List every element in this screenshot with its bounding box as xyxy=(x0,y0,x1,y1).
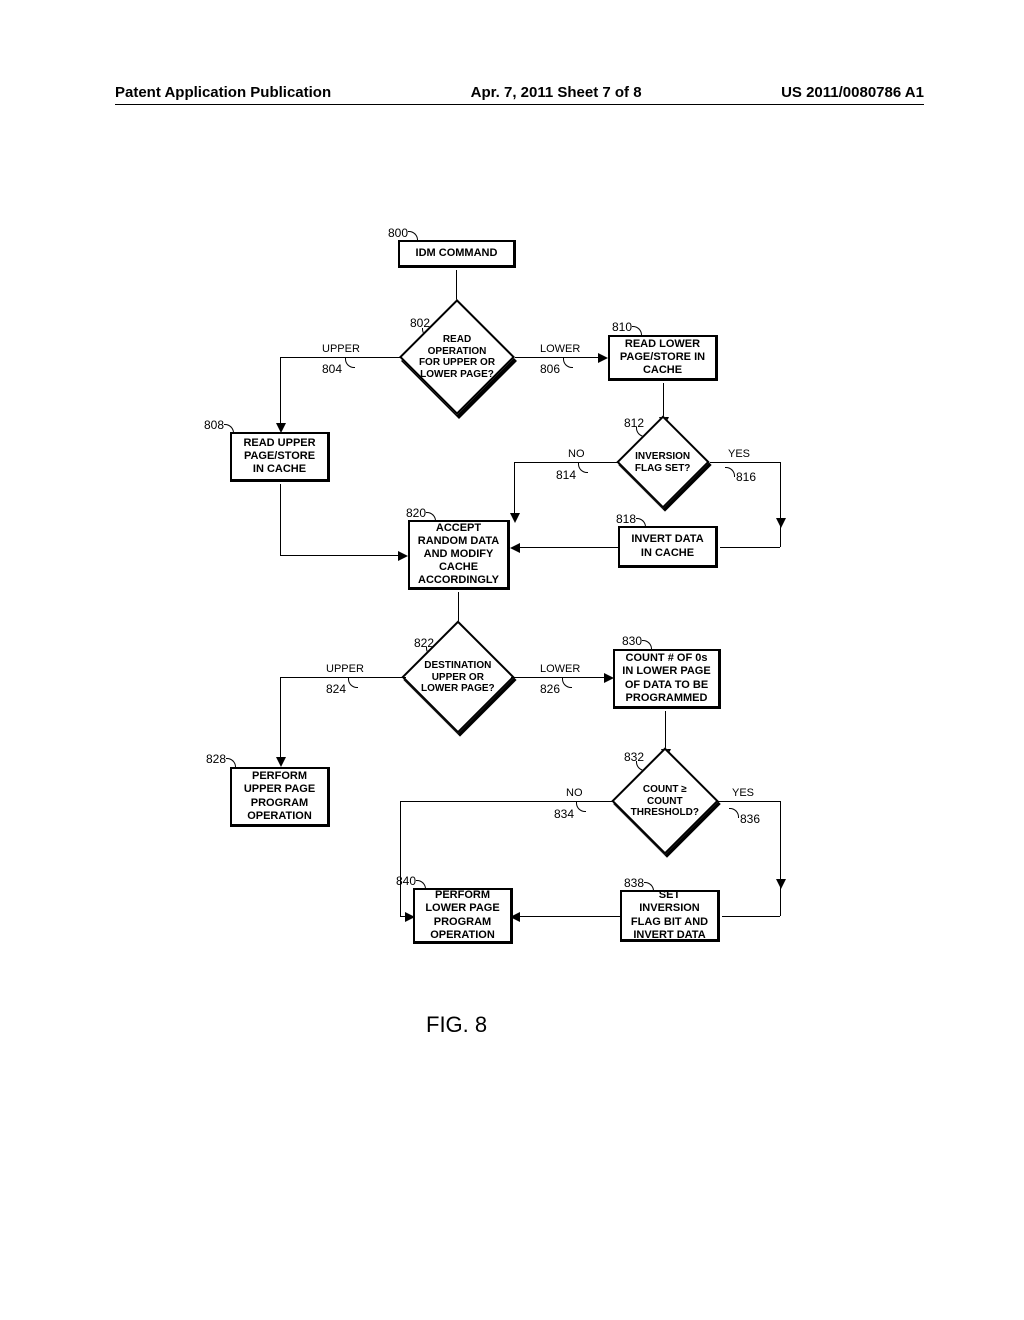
label-upper-804: UPPER xyxy=(322,343,360,355)
ref-804: 804 xyxy=(322,362,342,376)
ref-820: 820 xyxy=(406,506,426,520)
ref-810: 810 xyxy=(612,320,632,334)
ref-828: 828 xyxy=(206,752,226,766)
box-idm-command: IDM COMMAND xyxy=(398,240,516,268)
label-no-814: NO xyxy=(568,448,585,460)
header-right: US 2011/0080786 A1 xyxy=(781,84,924,101)
ref-816: 816 xyxy=(736,470,756,484)
label-yes-816: YES xyxy=(728,448,750,460)
ref-840: 840 xyxy=(396,874,416,888)
ref-808: 808 xyxy=(204,418,224,432)
label-upper-824: UPPER xyxy=(326,663,364,675)
box-set-inversion: SET INVERSION FLAG BIT AND INVERT DATA xyxy=(620,890,720,942)
ref-838: 838 xyxy=(624,876,644,890)
label-no-834: NO xyxy=(566,787,583,799)
flowchart: 800 IDM COMMAND 802 READ OPERATION FOR U… xyxy=(100,180,920,1230)
ref-824: 824 xyxy=(326,682,346,696)
label-lower-826: LOWER xyxy=(540,663,580,675)
ref-800: 800 xyxy=(388,226,408,240)
page-header: Patent Application Publication Apr. 7, 2… xyxy=(0,84,1024,115)
box-perform-upper: PERFORM UPPER PAGE PROGRAM OPERATION xyxy=(230,767,330,827)
ref-814: 814 xyxy=(556,468,576,482)
header-middle: Apr. 7, 2011 Sheet 7 of 8 xyxy=(471,84,642,101)
box-invert-data: INVERT DATA IN CACHE xyxy=(618,526,718,568)
ref-836: 836 xyxy=(740,812,760,826)
ref-818: 818 xyxy=(616,512,636,526)
label-lower-806: LOWER xyxy=(540,343,580,355)
box-count-zeros: COUNT # OF 0s IN LOWER PAGE OF DATA TO B… xyxy=(613,649,721,709)
box-read-upper: READ UPPER PAGE/STORE IN CACHE xyxy=(230,432,330,482)
box-read-lower: READ LOWER PAGE/STORE IN CACHE xyxy=(608,335,718,381)
figure-label: FIG. 8 xyxy=(426,1012,487,1038)
ref-830: 830 xyxy=(622,634,642,648)
box-perform-lower: PERFORM LOWER PAGE PROGRAM OPERATION xyxy=(413,888,513,944)
header-left: Patent Application Publication xyxy=(115,84,331,101)
ref-834: 834 xyxy=(554,807,574,821)
label-yes-836: YES xyxy=(732,787,754,799)
ref-806: 806 xyxy=(540,362,560,376)
box-accept-data: ACCEPT RANDOM DATA AND MODIFY CACHE ACCO… xyxy=(408,520,510,590)
ref-826: 826 xyxy=(540,682,560,696)
